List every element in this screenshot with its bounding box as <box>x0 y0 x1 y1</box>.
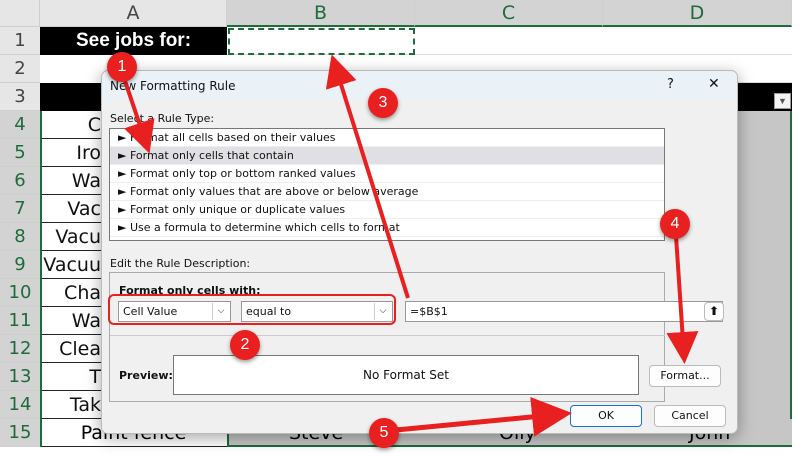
annotation-badge-1: 1 <box>107 52 137 82</box>
annotation-badge-4: 4 <box>660 209 690 239</box>
arrow-1 <box>122 77 155 154</box>
arrow-4 <box>666 235 699 364</box>
arrow-5 <box>395 396 572 437</box>
highlight-box <box>108 294 396 325</box>
annotation-badge-2: 2 <box>230 330 260 360</box>
annotation-badge-3: 3 <box>368 88 398 118</box>
annotation-badge-5: 5 <box>369 418 399 448</box>
